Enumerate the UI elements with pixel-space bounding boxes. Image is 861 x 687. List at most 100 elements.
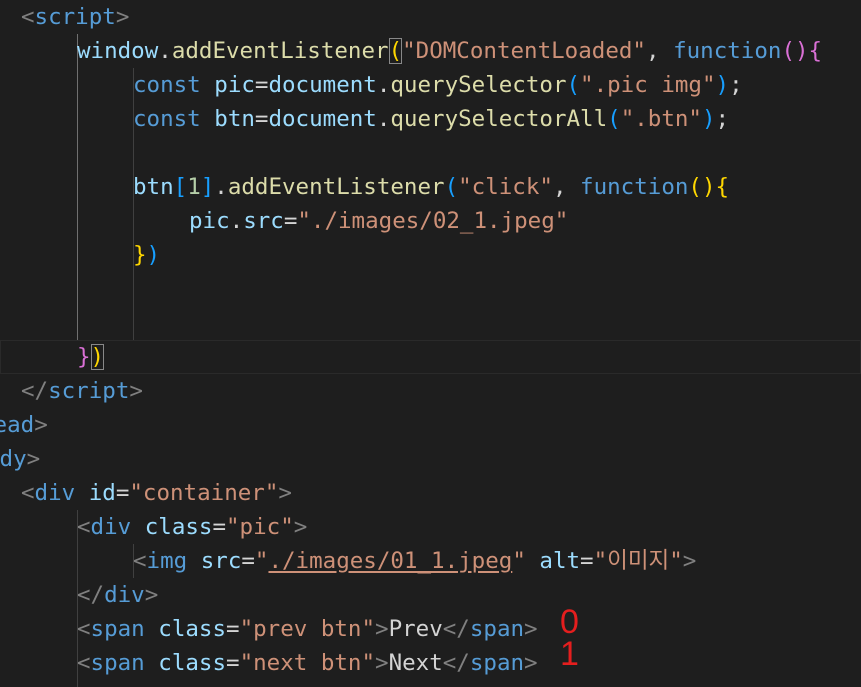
code-token: ): [715, 72, 730, 98]
code-line-content: <div id="container">: [21, 476, 292, 510]
code-token: >: [293, 514, 308, 540]
code-token: (: [566, 72, 581, 98]
code-token: [: [173, 174, 188, 200]
code-token: .: [229, 208, 244, 234]
code-token: ;: [715, 106, 730, 132]
code-token: }: [133, 242, 147, 268]
code-line-content: </div>: [77, 578, 158, 612]
code-token: =: [226, 616, 240, 642]
code-line-content: <script>: [21, 0, 129, 34]
code-line-content: btn[1].addEventListener("click", functio…: [133, 170, 729, 204]
code-token: pic: [189, 208, 230, 234]
code-token: ,: [645, 38, 674, 64]
code-token: >: [278, 480, 292, 506]
code-token: class: [158, 616, 227, 642]
code-token: {: [715, 174, 730, 200]
code-token: btn: [133, 174, 174, 200]
code-line-content: }): [77, 340, 105, 374]
code-link[interactable]: ./images/01_1.jpeg: [268, 548, 512, 574]
code-token: >: [144, 582, 159, 608]
code-token: =: [212, 514, 227, 540]
code-token: div: [90, 514, 132, 540]
code-token: addEventListener: [171, 38, 389, 64]
code-token: <: [21, 4, 35, 30]
code-token: >: [26, 446, 41, 472]
code-token: =: [283, 208, 298, 234]
code-token: =: [241, 548, 255, 574]
code-token: =: [226, 650, 240, 676]
code-token: addEventListener: [227, 174, 445, 200]
code-token: document: [268, 72, 377, 98]
code-token: img: [146, 548, 188, 574]
code-token: }: [77, 344, 91, 370]
code-token: ody: [0, 446, 27, 472]
code-token: id: [88, 480, 116, 506]
code-token: "./images/02_1.jpeg": [297, 208, 569, 234]
code-token: span: [469, 650, 525, 676]
code-token: >: [375, 650, 389, 676]
code-token: src: [243, 208, 284, 234]
code-token: ;: [729, 72, 743, 98]
code-token: .: [376, 72, 391, 98]
code-token: (: [388, 38, 403, 64]
code-line-content: window.addEventListener("DOMContentLoade…: [77, 34, 822, 68]
code-token: function: [580, 174, 689, 200]
code-token: .: [376, 106, 391, 132]
code-token: "prev btn": [239, 616, 376, 642]
code-token: span: [469, 616, 525, 642]
code-line-content: <div class="pic">: [77, 510, 307, 544]
code-token: ".btn": [620, 106, 702, 132]
code-token: Prev: [388, 616, 443, 642]
code-token: </: [77, 582, 105, 608]
code-token: =: [580, 548, 594, 574]
code-token: document: [268, 106, 377, 132]
code-token: "container": [129, 480, 279, 506]
code-token: Next: [388, 650, 443, 676]
code-token: =: [254, 106, 269, 132]
code-token: .: [214, 174, 228, 200]
code-token: ): [701, 106, 716, 132]
code-token: btn: [214, 106, 255, 132]
code-token: const: [133, 106, 201, 132]
code-token: <: [133, 548, 147, 574]
code-token: <: [21, 480, 35, 506]
code-token: div: [104, 582, 145, 608]
code-token: {: [808, 38, 823, 64]
code-token: alt: [539, 548, 581, 574]
code-token: class: [144, 514, 213, 540]
code-line-content: <span class="prev btn">Prev</span>: [77, 612, 538, 646]
code-token: .: [158, 38, 172, 64]
code-editor[interactable]: <script> window.addEventListener("DOMCont…: [0, 0, 861, 687]
code-token: (): [688, 174, 716, 200]
code-token: const: [133, 72, 201, 98]
code-token: ,: [552, 174, 581, 200]
code-token: src: [200, 548, 242, 574]
code-token: ": [254, 548, 269, 574]
code-token: <: [77, 650, 91, 676]
code-line-content: ody>: [0, 442, 40, 476]
code-token: ): [90, 344, 105, 370]
code-token: >: [524, 650, 538, 676]
code-token: ]: [200, 174, 215, 200]
code-token: pic: [214, 72, 255, 98]
code-token: >: [375, 616, 389, 642]
code-token: 1: [187, 174, 201, 200]
code-token: class: [158, 650, 227, 676]
code-line-current[interactable]: }): [0, 340, 861, 374]
code-token: script: [48, 378, 130, 404]
code-token: ".pic img": [580, 72, 716, 98]
code-token: >: [524, 616, 538, 642]
code-token: "pic": [226, 514, 294, 540]
code-token: </: [442, 650, 470, 676]
code-token: <: [77, 616, 91, 642]
code-token: (): [781, 38, 809, 64]
code-token: >: [34, 412, 48, 438]
code-token: "next btn": [239, 650, 376, 676]
code-line-content: pic.src="./images/02_1.jpeg": [189, 204, 568, 238]
indent-guide-active: [77, 34, 78, 340]
